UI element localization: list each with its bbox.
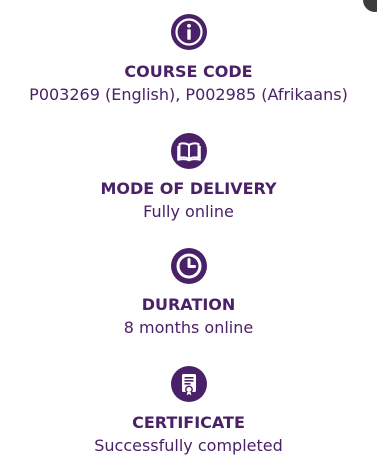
corner-decoration — [363, 0, 377, 12]
mode-of-delivery-label: MODE OF DELIVERY — [100, 179, 277, 198]
certificate-label: CERTIFICATE — [132, 413, 245, 432]
mode-of-delivery-value: Fully online — [143, 202, 234, 221]
course-code-label: COURSE CODE — [124, 62, 253, 81]
mode-of-delivery-section: MODE OF DELIVERY Fully online — [0, 133, 377, 223]
certificate-icon — [170, 366, 207, 402]
duration-section: DURATION 8 months online — [0, 248, 377, 339]
certificate-value: Successfully completed — [94, 436, 283, 455]
book-icon — [170, 133, 207, 169]
certificate-section: CERTIFICATE Successfully completed — [0, 366, 377, 457]
duration-value: 8 months online — [123, 318, 254, 337]
course-code-value: P003269 (English), P002985 (Afrikaans) — [29, 85, 348, 104]
duration-label: DURATION — [141, 295, 236, 314]
info-icon — [170, 14, 207, 50]
course-code-section: COURSE CODE P003269 (English), P002985 (… — [0, 14, 377, 106]
clock-icon — [170, 248, 207, 284]
